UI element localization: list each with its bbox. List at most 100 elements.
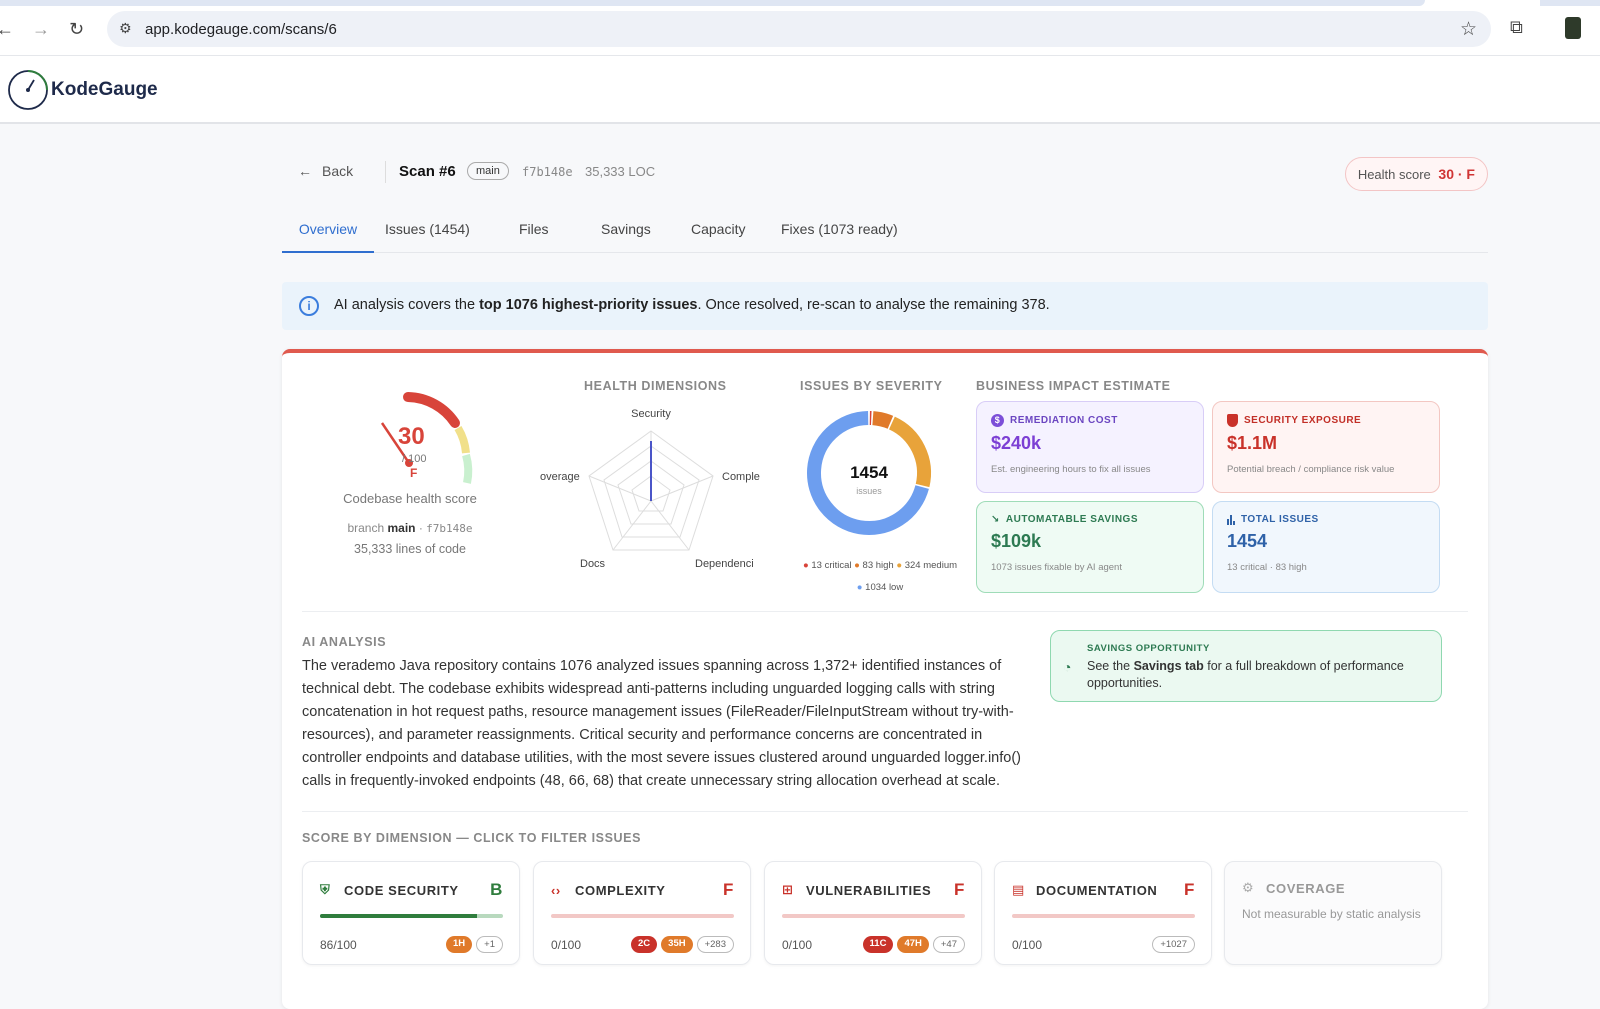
coverage-note: Not measurable by static analysis (1242, 906, 1425, 923)
dimension-score-bar (782, 914, 965, 918)
branch-prefix: branch (347, 521, 387, 535)
high-count-chip: 47H (897, 936, 928, 953)
severity-legend: ● 13 critical ● 83 high ● 324 medium ● 1… (790, 555, 970, 599)
branch-badge: main (467, 162, 509, 180)
extensions-icon[interactable]: ⧉ (1510, 17, 1523, 38)
section-divider (302, 611, 1468, 612)
dimension-grade: F (954, 880, 965, 900)
radar-axis-coverage: overage (540, 471, 580, 483)
automatable-savings-card: ↘AUTOMATABLE SAVINGS $109k 1073 issues f… (976, 501, 1204, 593)
address-bar[interactable]: ⚙ app.kodegauge.com/scans/6 ☆ (107, 11, 1491, 47)
dimension-score: 0/100 (1012, 938, 1042, 952)
donut-slice-medium[interactable] (892, 423, 924, 485)
gauge-logo-icon (6, 68, 50, 112)
donut-slice-high[interactable] (873, 418, 890, 422)
gauge-label: Codebase health score (312, 491, 508, 506)
trend-down-icon: ↘ (991, 514, 1000, 525)
total-issues-card: TOTAL ISSUES 1454 13 critical · 83 high (1212, 501, 1440, 593)
code-brackets-icon: ‹› (551, 883, 567, 898)
dimension-name: CODE SECURITY (344, 883, 459, 898)
donut-total: 1454 (850, 463, 888, 482)
branch-sep: · (416, 521, 427, 535)
forward-arrow-icon[interactable]: → (32, 20, 50, 38)
health-score-badge: Health score 30 · F (1345, 157, 1488, 191)
scan-tabs: Overview Issues (1454) Files Savings Cap… (282, 221, 1488, 253)
dimension-card-coverage: ⚙COVERAGE Not measurable by static analy… (1224, 861, 1442, 965)
gauge-denominator: / 100 (402, 453, 426, 465)
tab-strip (0, 0, 1425, 6)
automatable-savings-title: AUTOMATABLE SAVINGS (1006, 514, 1138, 525)
overview-card: 30 / 100 F Codebase health score branch … (282, 349, 1488, 1009)
scan-title: Scan #6 (399, 163, 456, 180)
bar-chart-icon (1227, 515, 1235, 525)
reload-icon[interactable]: ↻ (69, 20, 84, 38)
radar-chart: Security Comple Dependenci Docs overage (540, 397, 770, 577)
other-count-chip: +1027 (1152, 936, 1195, 953)
total-issues-value: 1454 (1227, 531, 1425, 552)
automatable-savings-value: $109k (991, 531, 1189, 552)
dimension-name: DOCUMENTATION (1036, 883, 1157, 898)
remediation-cost-title: REMEDIATION COST (1010, 415, 1118, 426)
severity-donut-chart: 1454 issues (790, 405, 970, 545)
savings-opportunity-title: SAVINGS OPPORTUNITY (1087, 643, 1429, 654)
dimension-score-bar (320, 914, 503, 918)
divider (385, 161, 386, 183)
remediation-cost-sub: Est. engineering hours to fix all issues (991, 464, 1189, 475)
network-icon: ⊞ (782, 882, 798, 898)
radar-axis-complexity: Comple (722, 471, 760, 483)
security-exposure-sub: Potential breach / compliance risk value (1227, 464, 1425, 475)
savings-opportunity[interactable]: ◔ SAVINGS OPPORTUNITY See the Savings ta… (1050, 630, 1442, 702)
banner-text-bold: top 1076 highest-priority issues (479, 297, 697, 313)
donut-total-label: issues (856, 486, 882, 496)
dimension-card-code-security[interactable]: ⛨CODE SECURITYB 86/1001H+1 (302, 861, 520, 965)
back-arrow-icon[interactable]: ← (0, 20, 14, 38)
radar-spoke (651, 501, 689, 550)
savings-tab-link[interactable]: Savings tab (1134, 659, 1204, 673)
url-text[interactable]: app.kodegauge.com/scans/6 (145, 21, 337, 38)
dimension-card-documentation[interactable]: ▤DOCUMENTATIONF 0/100+1027 (994, 861, 1212, 965)
radar-spoke (589, 476, 651, 501)
total-issues-sub: 13 critical · 83 high (1227, 562, 1425, 573)
critical-count-chip: 11C (863, 936, 894, 953)
tab-capacity[interactable]: Capacity (691, 221, 745, 253)
tab-files[interactable]: Files (519, 221, 549, 253)
ai-coverage-banner: i AI analysis covers the top 1076 highes… (282, 282, 1488, 330)
dimension-name: VULNERABILITIES (806, 883, 931, 898)
loc-count: 35,333 LOC (585, 164, 655, 179)
tab-fixes[interactable]: Fixes (1073 ready) (781, 221, 898, 253)
commit-hash: f7b148e (522, 165, 573, 179)
back-button[interactable]: ← Back (298, 163, 353, 179)
tab-savings[interactable]: Savings (601, 221, 651, 253)
radar-spoke (651, 476, 713, 501)
info-icon: i (299, 296, 319, 316)
profile-icon[interactable] (1565, 17, 1581, 39)
bookmark-star-icon[interactable]: ☆ (1460, 18, 1477, 41)
logo[interactable]: KodeGauge (6, 68, 158, 112)
health-dimensions-radar: HEALTH DIMENSIONS Security Comple Depend… (540, 375, 770, 575)
app-header: KodeGauge (0, 56, 1600, 124)
legend-critical-label: 13 critical (811, 560, 851, 571)
score-by-dimension-title: SCORE BY DIMENSION — CLICK TO FILTER ISS… (302, 831, 641, 845)
legend-critical: ● 13 critical (803, 560, 852, 571)
dimension-score-fill (320, 914, 477, 918)
tab-overview[interactable]: Overview (282, 221, 374, 253)
shield-icon (1227, 414, 1238, 427)
dimension-card-complexity[interactable]: ‹›COMPLEXITYF 0/1002C35H+283 (533, 861, 751, 965)
tab-issues[interactable]: Issues (1454) (385, 221, 470, 253)
health-score-value: 30 · F (1438, 166, 1475, 182)
gauge-arc-red (408, 397, 455, 423)
security-exposure-title: SECURITY EXPOSURE (1244, 415, 1361, 426)
site-settings-icon[interactable]: ⚙ (119, 20, 132, 37)
gauge-arc-yellow (458, 428, 466, 453)
remediation-cost-card: $REMEDIATION COST $240k Est. engineering… (976, 401, 1204, 493)
dimension-card-vulnerabilities[interactable]: ⊞VULNERABILITIESF 0/10011C47H+47 (764, 861, 982, 965)
ai-analysis-body: The verademo Java repository contains 10… (302, 655, 1042, 793)
tab-strip-right (1540, 0, 1600, 6)
health-score-label: Health score (1358, 167, 1431, 182)
high-count-chip: 1H (446, 936, 472, 953)
savings-text-pre: See the (1087, 659, 1134, 673)
dimension-score-bar (1012, 914, 1195, 918)
total-issues-title: TOTAL ISSUES (1241, 514, 1319, 525)
issues-by-severity: ISSUES BY SEVERITY 1454 issues ● 13 crit… (790, 375, 970, 595)
dimension-grade: F (1184, 880, 1195, 900)
